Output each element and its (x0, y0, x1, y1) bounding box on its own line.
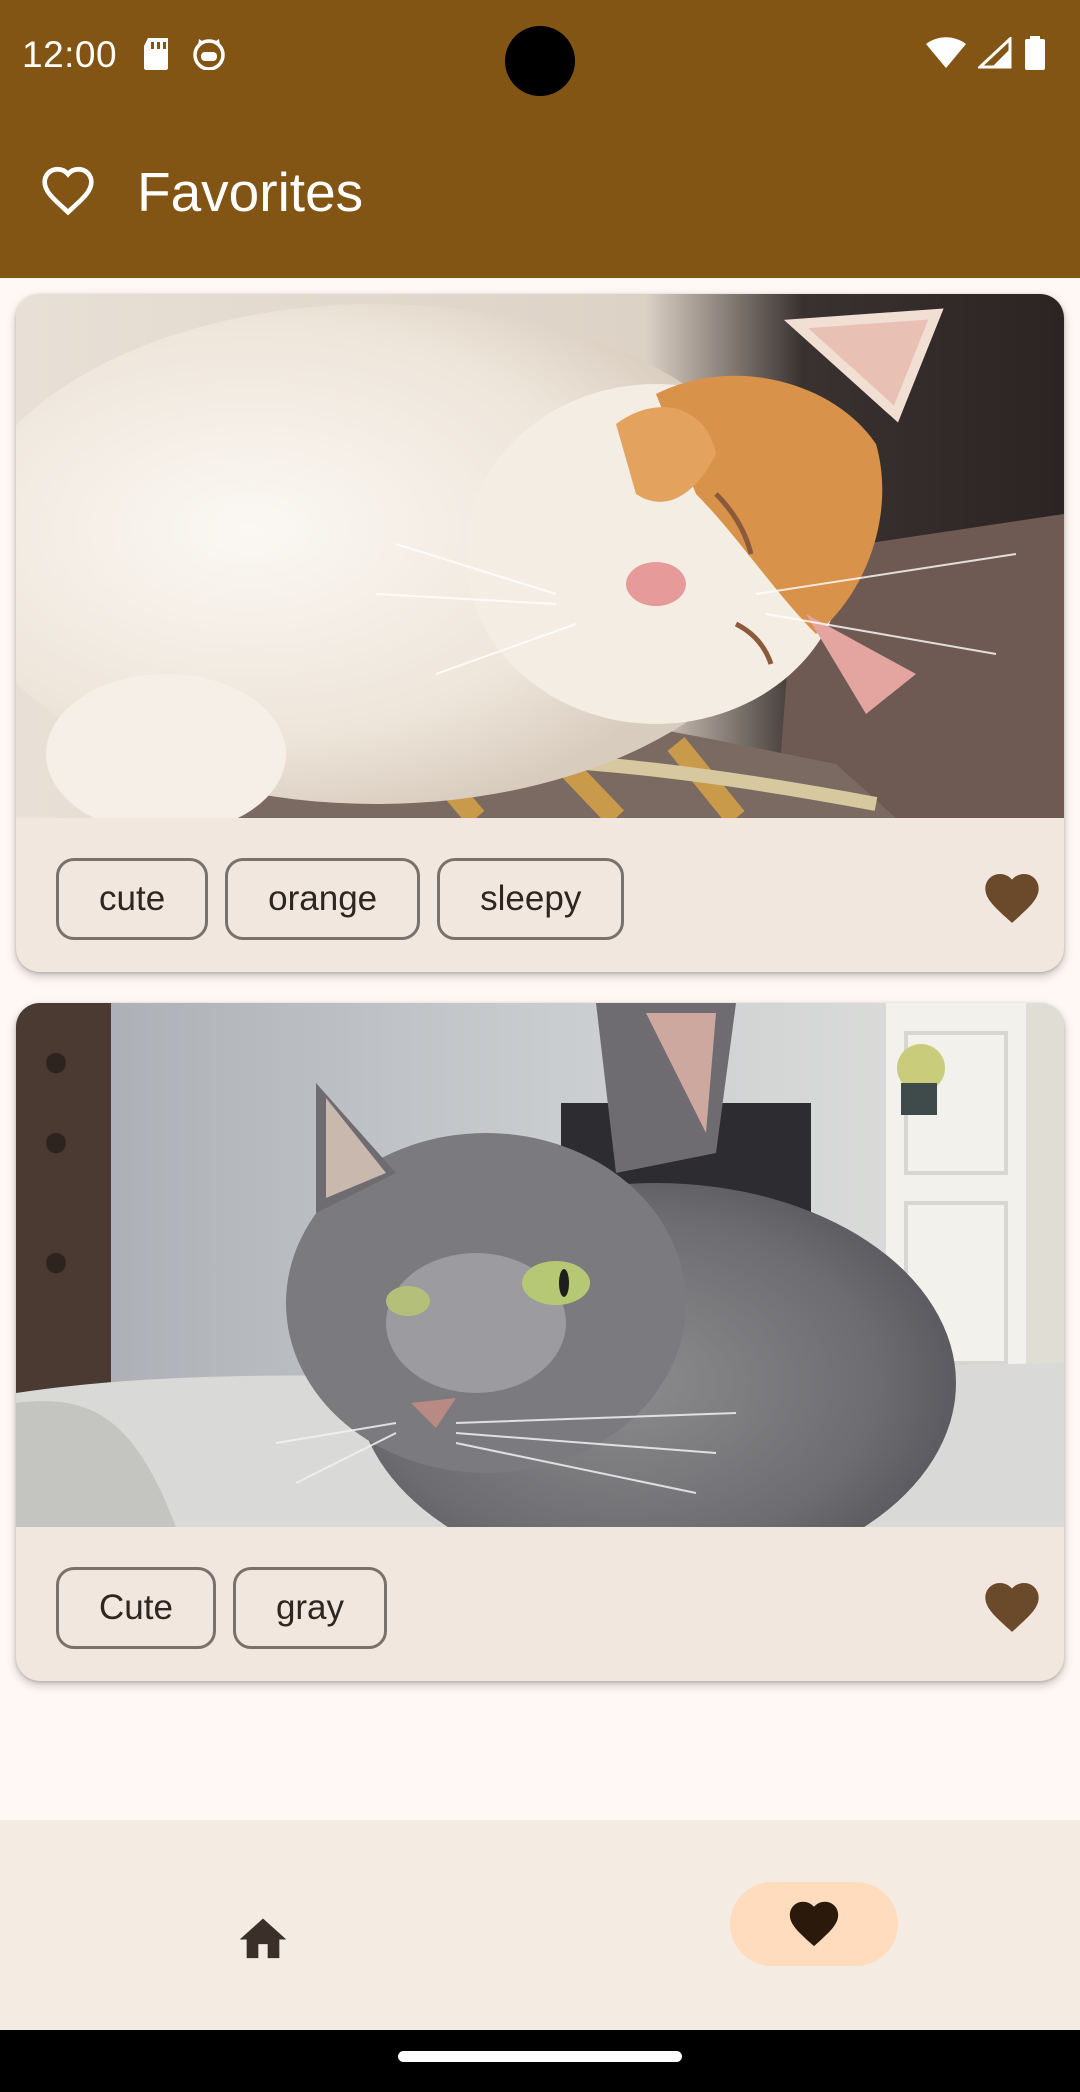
tag-chips: Cute gray (56, 1567, 388, 1649)
sd-card-icon (142, 38, 170, 75)
gesture-handle[interactable] (398, 2051, 682, 2062)
heart-filled-icon (980, 1583, 1044, 1643)
bottom-navigation (0, 1820, 1080, 2030)
cat-face-icon (192, 38, 226, 75)
cat-card[interactable]: Cute gray (16, 1003, 1064, 1681)
tag-chip[interactable]: sleepy (437, 858, 625, 940)
cat-photo[interactable] (16, 294, 1064, 818)
heart-outline-icon (40, 164, 96, 221)
tag-chip[interactable]: gray (232, 1567, 388, 1649)
battery-icon (1024, 36, 1046, 75)
tag-chip[interactable]: orange (225, 858, 421, 940)
cat-card[interactable]: cute orange sleepy (16, 294, 1064, 972)
heart-filled-icon (980, 874, 1044, 934)
tag-chips: cute orange sleepy (56, 858, 625, 940)
nav-item-favorites[interactable] (730, 1882, 898, 1966)
cat-photo[interactable] (16, 1003, 1064, 1527)
favorites-list[interactable]: cute orange sleepy Cute gray (0, 278, 1080, 1820)
status-right-icons (926, 35, 1046, 75)
tag-chip[interactable]: cute (56, 858, 209, 940)
top-app-bar: Favorites (0, 112, 1080, 278)
favorite-button[interactable] (980, 866, 1044, 930)
favorite-button[interactable] (980, 1575, 1044, 1639)
nav-item-home[interactable] (208, 1898, 318, 1978)
home-icon (235, 1911, 291, 1966)
page-title: Favorites (137, 161, 364, 223)
status-time: 12:00 (22, 34, 118, 75)
cell-signal-icon (976, 35, 1012, 74)
heart-filled-icon (785, 1895, 843, 1954)
status-bar: 12:00 (0, 0, 1080, 112)
status-left-icons (142, 38, 226, 75)
wifi-icon (926, 37, 966, 74)
camera-cutout (505, 26, 575, 96)
tag-chip[interactable]: Cute (56, 1567, 216, 1649)
system-gesture-bar (0, 2030, 1080, 2092)
